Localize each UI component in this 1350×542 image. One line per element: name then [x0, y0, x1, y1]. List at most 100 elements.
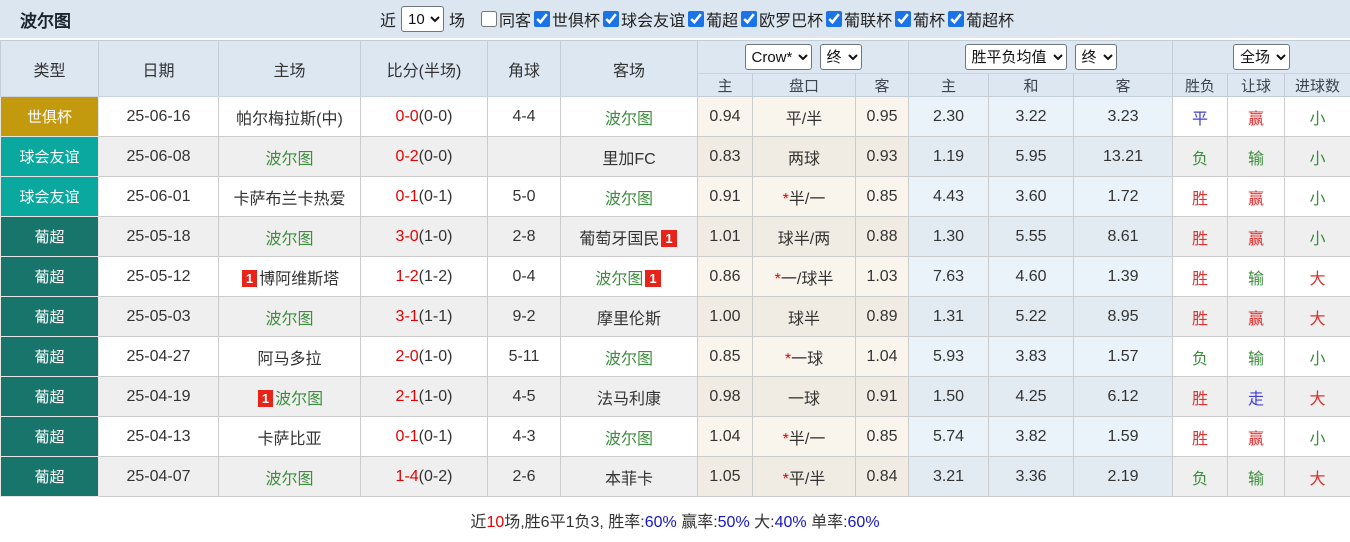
score-cell: 3-1(1-1)	[360, 296, 488, 337]
handicap-cell: *平/半	[752, 456, 856, 497]
team-name: 摩里伦斯	[596, 310, 661, 328]
table-row: 葡超 25-05-03 波尔图 3-1(1-1) 9-2 摩里伦斯 1.00 球…	[0, 296, 1350, 337]
home-team-cell: 帕尔梅拉斯(中)	[218, 96, 361, 137]
team-name: 法马利康	[596, 390, 661, 408]
goals-cell: 大	[1284, 376, 1350, 417]
filter-checkbox[interactable]: 葡联杯	[825, 7, 892, 31]
date-cell: 25-06-16	[98, 96, 219, 137]
team-name: 波尔图	[604, 110, 653, 128]
goals-cell: 大	[1284, 456, 1350, 497]
sub-col-盘口: 盘口	[752, 73, 856, 97]
away-team-cell: 波尔图	[560, 176, 698, 217]
filter-checkbox[interactable]: 葡杯	[894, 7, 945, 31]
team-name: 里加FC	[602, 150, 656, 168]
odds-home-cell: 1.05	[697, 456, 753, 497]
avg-draw-cell: 5.55	[988, 216, 1075, 257]
away-team-cell: 摩里伦斯	[560, 296, 698, 337]
corners-cell: 0-4	[487, 256, 561, 297]
summary-text: 近10场,胜6平1负3, 胜率:60% 赢率:50% 大:40% 单率:60%	[470, 513, 880, 531]
handicap-result-cell: 输	[1227, 256, 1286, 297]
checkbox-input[interactable]	[948, 11, 965, 27]
sub-col-进球数: 进球数	[1284, 73, 1350, 97]
odds-away-cell: 1.03	[854, 256, 910, 297]
checkbox-input[interactable]	[895, 11, 912, 27]
handicap-cell: 一球	[752, 376, 856, 417]
avg-draw-cell: 3.83	[988, 336, 1075, 377]
odds-away-cell: 0.91	[854, 376, 910, 417]
goals-cell: 大	[1284, 296, 1350, 337]
date-cell: 25-05-18	[98, 216, 219, 257]
result-cell: 负	[1172, 136, 1229, 177]
home-team-cell: 阿马多拉	[218, 336, 361, 377]
checkbox-input[interactable]	[603, 11, 620, 27]
match-type-cell: 葡超	[0, 296, 99, 337]
odds-source-group: Crow* 终	[696, 40, 910, 74]
competition-filter-checkboxes: 同客 世俱杯 球会友谊 葡超 欧罗巴杯 葡联杯 葡杯 葡超杯	[470, 7, 1014, 31]
table-header: 类型 日期 主场 比分(半场) 角球 客场 Crow* 终 胜平负均值 终 全场…	[0, 40, 1350, 97]
date-cell: 25-06-08	[98, 136, 219, 177]
sub-col-胜负: 胜负	[1172, 73, 1229, 97]
table-row: 球会友谊 25-06-08 波尔图 0-2(0-0) 里加FC 0.83 两球 …	[0, 136, 1350, 177]
team-name: 卡萨布兰卡热爱	[233, 190, 346, 208]
away-team-cell: 波尔图 1	[560, 256, 698, 297]
date-cell: 25-04-19	[98, 376, 219, 417]
goals-cell: 大	[1284, 256, 1350, 297]
handicap-result-cell: 输	[1227, 456, 1286, 497]
sub-col-让球: 让球	[1227, 73, 1286, 97]
avg-home-cell: 3.21	[908, 456, 990, 497]
home-team-cell: 1 波尔图	[218, 376, 361, 417]
avg-source-select[interactable]: 胜平负均值	[964, 44, 1067, 70]
checkbox-label: 世俱杯	[552, 13, 601, 30]
handicap-result-cell: 赢	[1227, 416, 1286, 457]
checkbox-input[interactable]	[688, 11, 705, 27]
odds-source-select[interactable]: Crow*	[744, 44, 812, 70]
checkbox-input[interactable]	[481, 11, 498, 27]
filter-controls: 近 10 场 同客 世俱杯 球会友谊 葡超 欧罗巴杯 葡联杯 葡杯 葡超杯	[378, 6, 1014, 32]
result-cell: 胜	[1172, 256, 1229, 297]
home-team-cell: 波尔图	[218, 216, 361, 257]
table-row: 葡超 25-05-12 1 博阿维斯塔 1-2(1-2) 0-4 波尔图 1 0.8…	[0, 256, 1350, 297]
avg-draw-cell: 4.25	[988, 376, 1075, 417]
table-row: 葡超 25-04-07 波尔图 1-4(0-2) 2-6 本菲卡 1.05 *平…	[0, 456, 1350, 497]
team-name: 波尔图	[595, 270, 644, 288]
odds-home-cell: 1.04	[697, 416, 753, 457]
result-cell: 平	[1172, 96, 1229, 137]
odds-away-cell: 0.93	[854, 136, 910, 177]
checkbox-label: 葡杯	[913, 13, 946, 30]
recent-count-select[interactable]: 10	[401, 6, 445, 32]
red-badge: 1	[257, 389, 274, 407]
avg-draw-cell: 5.22	[988, 296, 1075, 337]
avg-draw-cell: 4.60	[988, 256, 1075, 297]
checkbox-input[interactable]	[534, 11, 551, 27]
team-name: 博阿维斯塔	[259, 270, 340, 288]
filter-checkbox[interactable]: 葡超杯	[947, 7, 1014, 31]
filter-checkbox[interactable]: 欧罗巴杯	[740, 7, 823, 31]
odds-time-select[interactable]: 终	[819, 44, 862, 70]
sub-col-客: 客	[1073, 73, 1174, 97]
scope-select[interactable]: 全场	[1233, 44, 1291, 70]
filter-checkbox[interactable]: 球会友谊	[602, 7, 685, 31]
odds-away-cell: 0.88	[854, 216, 910, 257]
team-name: 波尔图	[604, 430, 653, 448]
handicap-cell: *一/球半	[752, 256, 856, 297]
filter-checkbox[interactable]: 世俱杯	[533, 7, 600, 31]
checkbox-input[interactable]	[826, 11, 843, 27]
home-team-cell: 波尔图	[218, 136, 361, 177]
odds-home-cell: 0.83	[697, 136, 753, 177]
checkbox-label: 欧罗巴杯	[759, 13, 824, 30]
match-type-cell: 葡超	[0, 376, 99, 417]
handicap-cell: 平/半	[752, 96, 856, 137]
avg-away-cell: 13.21	[1073, 136, 1174, 177]
avg-away-cell: 1.57	[1073, 336, 1174, 377]
avg-home-cell: 2.30	[908, 96, 990, 137]
handicap-result-cell: 赢	[1227, 176, 1286, 217]
filter-checkbox[interactable]: 同客	[480, 7, 531, 31]
checkbox-input[interactable]	[741, 11, 758, 27]
avg-draw-cell: 3.22	[988, 96, 1075, 137]
avg-time-select[interactable]: 终	[1074, 44, 1117, 70]
corners-cell: 2-6	[487, 456, 561, 497]
handicap-cell: *半/一	[752, 176, 856, 217]
odds-home-cell: 0.98	[697, 376, 753, 417]
goals-cell: 小	[1284, 136, 1350, 177]
filter-checkbox[interactable]: 葡超	[687, 7, 738, 31]
